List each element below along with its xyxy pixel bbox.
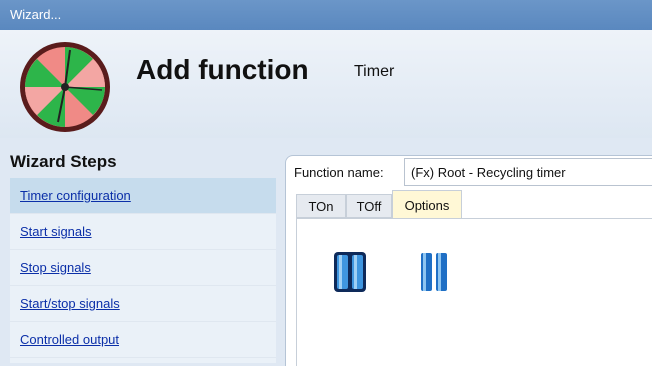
window-title: Wizard... bbox=[10, 7, 62, 22]
wizard-steps-title: Wizard Steps bbox=[10, 152, 117, 171]
timer-clock-icon bbox=[18, 40, 112, 134]
function-name-input[interactable]: (Fx) Root - Recycling timer bbox=[404, 158, 652, 186]
tab-ton[interactable]: TOn bbox=[296, 194, 346, 218]
wizard-steps-list: Timer configuration Start signals Stop s… bbox=[10, 178, 276, 363]
function-name-label: Function name: bbox=[294, 165, 384, 180]
step-controlled-output[interactable]: Controlled output bbox=[10, 322, 276, 358]
step-stop-signals[interactable]: Stop signals bbox=[10, 250, 276, 286]
step-start-signals[interactable]: Start signals bbox=[10, 214, 276, 250]
tab-toff[interactable]: TOff bbox=[346, 194, 392, 218]
window-titlebar: Wizard... bbox=[0, 0, 652, 30]
tab-options[interactable]: Options bbox=[392, 190, 462, 219]
toggle-option-icon[interactable] bbox=[417, 251, 451, 293]
step-timer-configuration[interactable]: Timer configuration bbox=[10, 178, 276, 214]
function-panel: Function name: (Fx) Root - Recycling tim… bbox=[285, 155, 652, 366]
page-title: Add function bbox=[136, 54, 309, 85]
step-start-stop-signals[interactable]: Start/stop signals bbox=[10, 286, 276, 322]
options-content bbox=[296, 218, 652, 366]
wizard-header: Add function Timer bbox=[0, 30, 652, 138]
toggle-option-selected-icon[interactable] bbox=[333, 251, 367, 293]
page-subtitle: Timer bbox=[354, 63, 395, 80]
